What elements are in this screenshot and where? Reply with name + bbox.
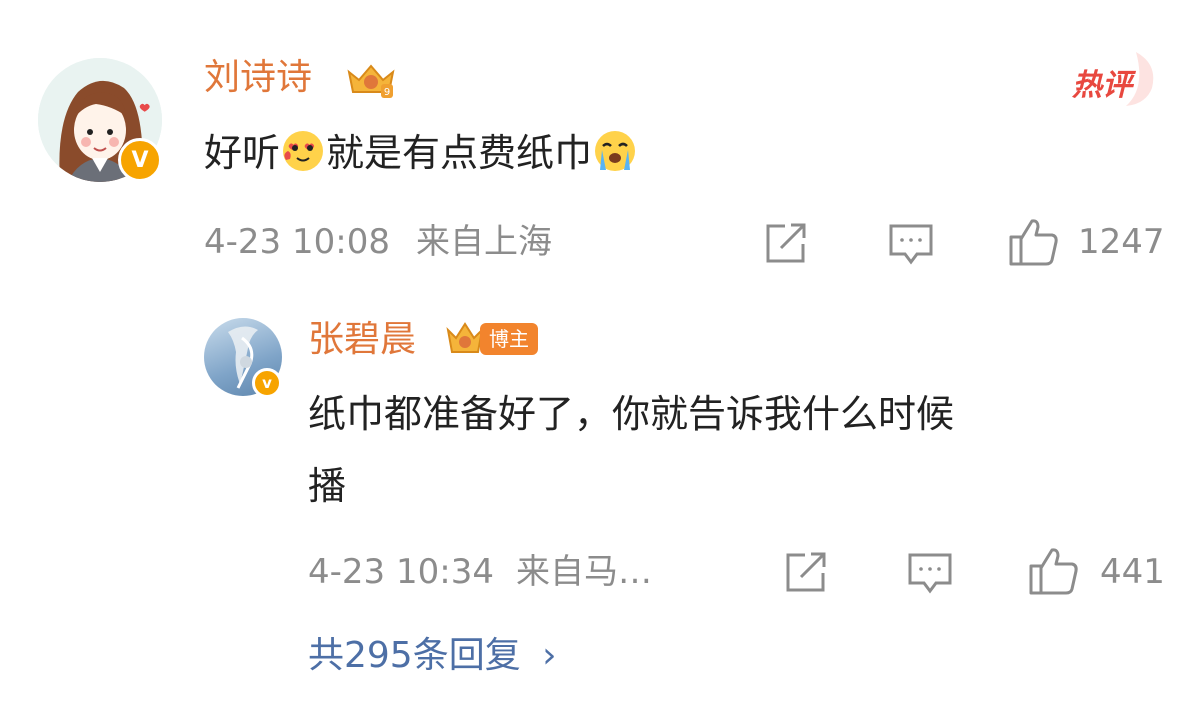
reply-verified-badge: v (252, 368, 282, 398)
share-icon[interactable] (763, 220, 809, 266)
comment-location: 来自上海 (416, 222, 552, 262)
comment-text-part1: 好听 (204, 131, 281, 175)
heart-eyes-emoji-icon (280, 128, 326, 174)
reply-author-name[interactable]: 张碧晨 (308, 318, 416, 362)
comment-author-name[interactable]: 刘诗诗 (204, 56, 312, 100)
verified-badge: V (118, 138, 162, 182)
reply-like-count: 441 (1100, 552, 1165, 592)
crown-badge-icon[interactable]: 9 (343, 60, 399, 100)
share-icon[interactable] (783, 549, 829, 595)
comment-icon[interactable] (887, 222, 935, 266)
blogger-badge: 博主 (480, 323, 538, 355)
comment-text: 好听 就是有点费纸巾 (204, 128, 638, 177)
reply-location: 来自马… (516, 552, 652, 592)
reply-time: 4-23 10:34 (308, 552, 494, 592)
like-count: 1247 (1078, 222, 1165, 262)
like-icon[interactable] (1028, 546, 1080, 596)
svg-text:9: 9 (384, 87, 390, 98)
comment-text-part2: 就是有点费纸巾 (326, 131, 593, 175)
like-icon[interactable] (1008, 217, 1060, 267)
crying-emoji-icon (592, 128, 638, 174)
reply-text-line1: 纸巾都准备好了，你就告诉我什么时候 (308, 392, 955, 436)
reply-text-line2: 播 (308, 464, 347, 508)
hot-comment-badge: 热评 (1066, 48, 1162, 108)
chevron-right-icon: › (542, 635, 557, 676)
comment-time: 4-23 10:08 (204, 222, 390, 262)
more-replies-link[interactable]: 共295条回复 › (308, 634, 557, 678)
more-replies-label: 共295条回复 (308, 635, 521, 676)
comment-icon[interactable] (906, 551, 954, 595)
hot-badge-text: 热评 (1072, 68, 1132, 103)
